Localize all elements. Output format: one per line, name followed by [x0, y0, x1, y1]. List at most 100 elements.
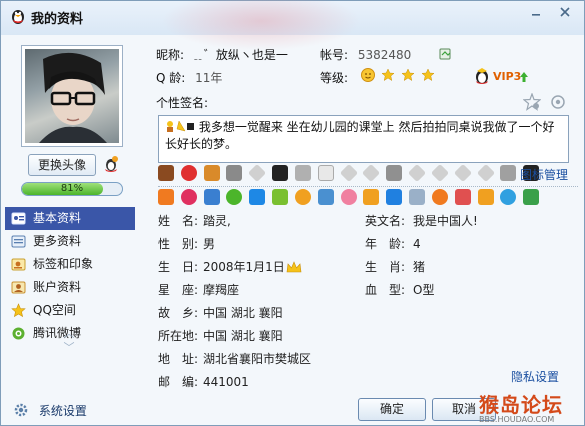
badge-icon[interactable]: [431, 189, 448, 205]
signature-text: 我多想一觉醒来 坐在幼儿园的课堂上 然后拍拍同桌说我做了一个好长好长的梦。: [165, 120, 555, 151]
qplus-badge-icon[interactable]: [249, 189, 266, 205]
badge-icon[interactable]: [317, 189, 334, 205]
level-icons[interactable]: [360, 67, 450, 83]
copy-icon[interactable]: [439, 47, 453, 61]
badge-icon[interactable]: [226, 165, 243, 181]
sidebar-item-more-info[interactable]: 更多资料: [5, 230, 135, 253]
qage-label: Q 龄:: [156, 71, 186, 85]
diamond-badge-icon[interactable]: [248, 163, 267, 183]
badge-icon[interactable]: [294, 165, 311, 181]
sidebar-item-label: 基本资料: [33, 211, 82, 225]
divider: [158, 186, 578, 187]
account-value: 5382480: [357, 48, 412, 62]
id-card-icon: [11, 212, 26, 225]
change-avatar-button[interactable]: 更换头像: [28, 154, 96, 176]
account-icon: [11, 281, 26, 294]
nickname-value[interactable]: ﹎゛放纵ヽ也是一: [192, 48, 288, 62]
signature-emoji-icon: [167, 120, 194, 132]
heart-badge-icon[interactable]: [180, 165, 197, 181]
age-label: 年 龄:: [365, 237, 406, 251]
penguin-show-icon[interactable]: [102, 155, 120, 173]
qage-row: Q 龄: 11年: [156, 69, 222, 86]
privacy-settings-link[interactable]: 隐私设置: [511, 368, 559, 385]
chevron-down-icon[interactable]: ﹀: [61, 341, 77, 355]
english-name-value: 我是中国人!: [413, 214, 478, 228]
badge-icon[interactable]: [203, 165, 220, 181]
diamond-badge-icon[interactable]: [453, 163, 472, 183]
nickname-label: 昵称:: [156, 48, 185, 62]
sidebar-item-qzone[interactable]: QQ空间: [5, 299, 135, 322]
signature-box[interactable]: 我多想一觉醒来 坐在幼儿园的课堂上 然后拍拍同桌说我做了一个好长好长的梦。: [158, 115, 569, 163]
sidebar-item-label: 标签和印象: [33, 257, 94, 271]
ok-button[interactable]: 确定: [358, 398, 426, 421]
sidebar-item-account[interactable]: 账户资料: [5, 276, 135, 299]
left-panel: 更换头像 81% 基本资料 更多资料 标签和印象 账户资料 QQ空间 腾讯微博 …: [1, 35, 141, 395]
location-value: 中国 湖北 襄阳: [203, 329, 283, 343]
diamond-badge-icon[interactable]: [430, 163, 449, 183]
zodiac-value: 猪: [413, 260, 426, 274]
diamond-badge-icon[interactable]: [362, 163, 381, 183]
badge-icon[interactable]: [158, 189, 174, 205]
sun-icon: [361, 68, 375, 82]
badge-icon[interactable]: [340, 189, 357, 205]
title-bar[interactable]: 我的资料: [1, 0, 584, 51]
nav-scroll-arrows: ︿ ﹀: [61, 327, 77, 355]
badge-icon[interactable]: [386, 165, 403, 181]
shield-badge-icon[interactable]: [523, 189, 540, 205]
sidebar-item-tags[interactable]: 标签和印象: [5, 253, 135, 276]
english-name-label: 英文名:: [365, 214, 406, 228]
mail-badge-icon[interactable]: [409, 189, 426, 205]
info-row: 所在地: 中国 湖北 襄阳: [158, 325, 578, 348]
qage-value: 11年: [195, 71, 223, 85]
sidebar-item-basic-info[interactable]: 基本资料: [5, 207, 135, 230]
chat-badge-icon[interactable]: [226, 189, 243, 205]
name-label: 姓 名:: [158, 214, 199, 228]
system-settings-button[interactable]: 系统设置: [13, 402, 87, 419]
system-settings-label: 系统设置: [38, 404, 87, 418]
location-label: 所在地:: [158, 329, 199, 343]
watermark: 猴岛论坛 BBS.HOUDAO.COM: [479, 389, 583, 425]
badge-icon[interactable]: [500, 165, 517, 181]
badge-icon[interactable]: [363, 189, 380, 205]
zipcode-value: 441001: [203, 375, 249, 389]
badge-icon[interactable]: [386, 189, 403, 205]
diamond-badge-icon[interactable]: [408, 163, 427, 183]
avatar-image: [25, 49, 119, 143]
signature-label: 个性签名:: [156, 96, 209, 110]
badge-icon[interactable]: [158, 165, 174, 181]
badge-icon[interactable]: [203, 189, 220, 205]
zodiac-label: 生 肖:: [365, 260, 406, 274]
icon-manage-link[interactable]: 图标管理: [520, 166, 568, 183]
sign-history-icon[interactable]: [523, 93, 541, 111]
level-up-arrow-icon: [520, 72, 528, 82]
star-icon: [421, 68, 435, 82]
avatar[interactable]: [21, 45, 123, 147]
blood-type-value: O型: [413, 283, 435, 297]
shield-badge-icon[interactable]: [477, 189, 494, 205]
badge-icon[interactable]: [500, 189, 517, 205]
close-button[interactable]: [554, 6, 576, 24]
address-value: 湖北省襄阳市樊城区: [203, 352, 312, 366]
account-label: 帐号:: [320, 48, 349, 62]
sidebar-item-label: 更多资料: [33, 234, 82, 248]
badge-icon[interactable]: [317, 165, 334, 181]
diamond-badge-icon[interactable]: [476, 163, 495, 183]
app-badge-icon[interactable]: [272, 189, 289, 205]
star-icon: [381, 68, 395, 82]
birthday-label: 生 日:: [158, 260, 199, 274]
gender-label: 性 别:: [158, 237, 199, 251]
crown-icon: [286, 261, 302, 273]
minimize-button[interactable]: [525, 6, 547, 24]
diamond-badge-icon[interactable]: [339, 163, 358, 183]
vip-badge[interactable]: VIP3: [493, 70, 521, 83]
heart-badge-icon[interactable]: [180, 189, 197, 205]
name-value: 踏灵,: [203, 214, 231, 228]
badge-icon[interactable]: [294, 189, 311, 205]
badge-icon[interactable]: [272, 165, 289, 181]
badge-icon[interactable]: [454, 189, 471, 205]
badge-row-2: [158, 189, 542, 209]
chevron-up-icon[interactable]: ︿: [61, 327, 77, 341]
sign-settings-icon[interactable]: [549, 93, 567, 111]
profile-completion-bar: 81%: [21, 182, 123, 196]
list-icon: [11, 235, 26, 248]
